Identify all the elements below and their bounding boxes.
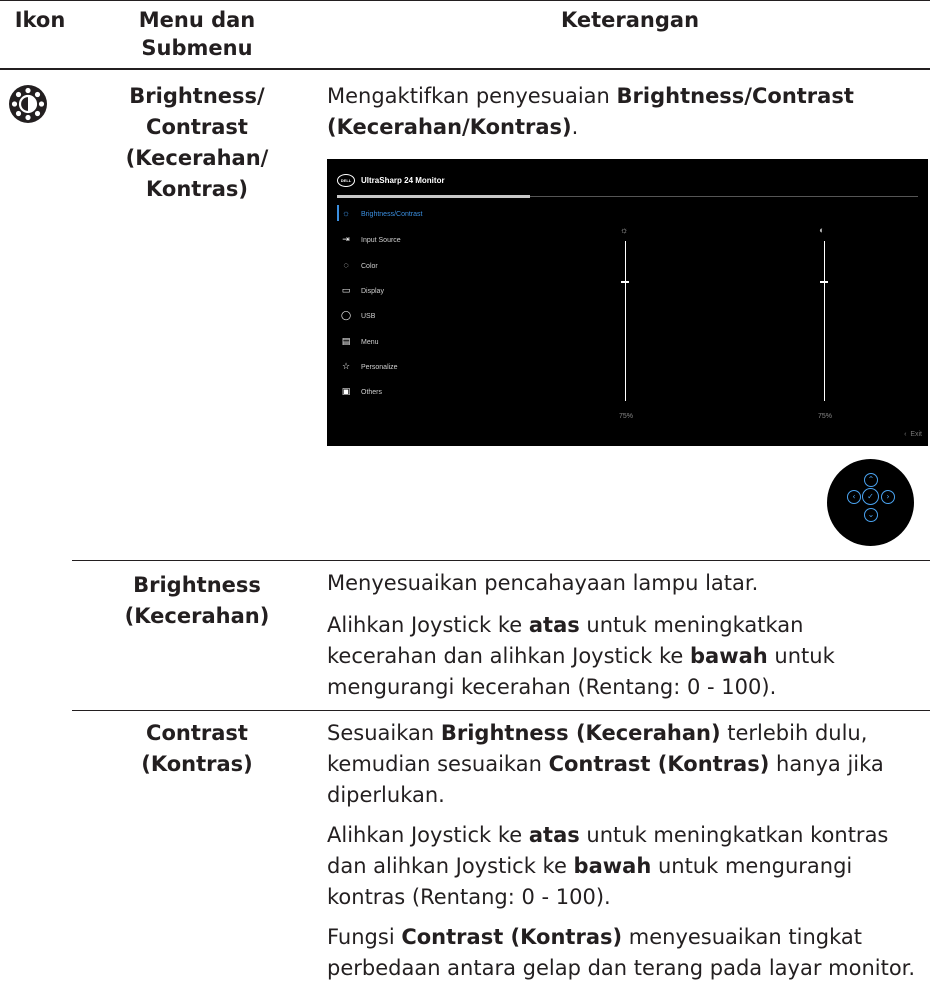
contrast-percentage: 75%: [818, 413, 833, 420]
joystick-right-icon[interactable]: ›: [881, 490, 895, 504]
monitor-icon: ▭: [341, 285, 351, 295]
brightness-desc-1: Menyesuaikan pencahayaan lampu latar.: [327, 571, 759, 595]
osd-menu-display[interactable]: ▭ Display: [339, 281, 384, 299]
brightness-percentage: 75%: [619, 413, 634, 420]
osd-progress: [337, 195, 530, 198]
row-rule-brightness: [72, 560, 930, 561]
osd-menu-usb[interactable]: ◯ USB: [339, 306, 375, 324]
osd-menu-color[interactable]: ◌ Color: [339, 256, 377, 274]
osd-menu-personalize[interactable]: ☆ Personalize: [339, 357, 398, 375]
others-icon: ▣: [341, 386, 351, 396]
usb-icon: ◯: [340, 310, 352, 320]
contrast-desc-3: Fungsi Contrast (Kontras) menyesuaikan t…: [327, 925, 916, 980]
contrast-slider-thumb[interactable]: [820, 281, 828, 283]
osd-title: UltraSharp 24 Monitor: [361, 176, 445, 185]
contrast-desc-2: Alihkan Joystick ke atas untuk meningkat…: [327, 823, 889, 909]
header-menu: Menu dan Submenu: [138, 8, 256, 60]
osd-menu-menu[interactable]: ▤ Menu: [339, 332, 379, 350]
table-top-rule: [0, 0, 930, 1]
joystick-down-icon[interactable]: ⌄: [864, 508, 878, 522]
brightness-sun-icon: ☼: [620, 225, 629, 235]
osd-screenshot: DELL UltraSharp 24 Monitor ☼ Brightness/C…: [327, 159, 928, 446]
osd-menu-input-source[interactable]: ⇥ Input Source: [339, 230, 400, 248]
sun-icon: ☼: [341, 208, 351, 218]
joystick-check-icon[interactable]: ✓: [862, 488, 879, 505]
contrast-icon: ◐: [819, 225, 825, 235]
menu-title-brightness: Brightness (Kecerahan): [124, 573, 270, 628]
joystick-up-icon[interactable]: ⌃: [864, 473, 878, 487]
header-description: Keterangan: [560, 8, 700, 32]
menu-icon: ▤: [341, 336, 351, 346]
dell-logo: DELL: [337, 174, 355, 187]
description-brightness-contrast: Mengaktifkan penyesuaian Brightness/Cont…: [327, 84, 854, 139]
brightness-slider-thumb[interactable]: [621, 281, 629, 283]
joystick-graphic: ⌃ ‹ ✓ › ⌄: [827, 459, 914, 546]
palette-icon: ◌: [343, 260, 349, 270]
brightness-desc-2: Alihkan Joystick ke atas untuk meningkat…: [327, 613, 835, 699]
chevron-left-icon: ‹: [904, 431, 907, 438]
row-rule-contrast: [72, 710, 930, 711]
joystick-left-icon[interactable]: ‹: [847, 490, 861, 504]
osd-menu-brightness-contrast[interactable]: ☼ Brightness/Contrast: [339, 204, 423, 222]
osd-exit[interactable]: ‹ Exit: [904, 431, 922, 438]
osd-menu-others[interactable]: ▣ Others: [339, 382, 382, 400]
contrast-desc-1: Sesuaikan Brightness (Kecerahan) terlebi…: [327, 721, 884, 807]
menu-title-contrast: Contrast (Kontras): [141, 721, 253, 776]
menu-title-brightness-contrast: Brightness/ Contrast (Kecerahan/ Kontras…: [125, 84, 269, 201]
contrast-slider-track[interactable]: [824, 241, 825, 401]
header-icon: Ikon: [14, 8, 66, 32]
header-rule: [0, 68, 930, 70]
input-icon: ⇥: [342, 234, 350, 244]
brightness-slider-track[interactable]: [625, 241, 626, 401]
star-icon: ☆: [341, 361, 351, 371]
brightness-contrast-icon: [8, 84, 48, 124]
